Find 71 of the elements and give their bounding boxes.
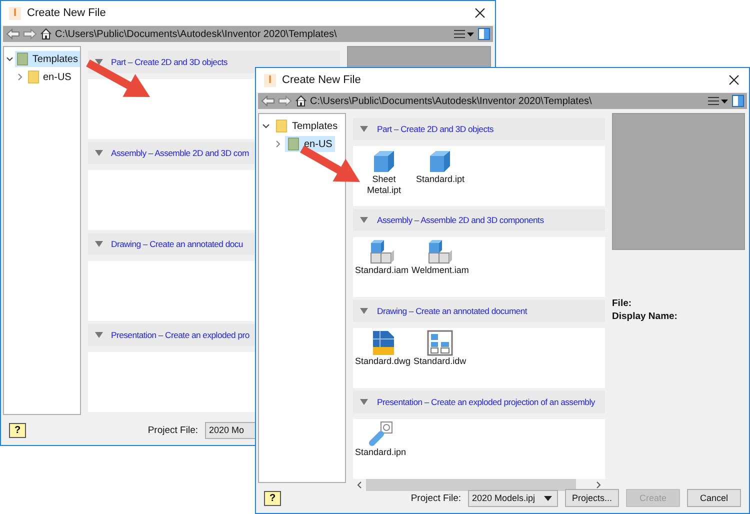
- triangle-down-icon[interactable]: [360, 307, 368, 315]
- dropdown-caret-icon: [544, 496, 552, 500]
- triangle-down-icon[interactable]: [95, 240, 103, 248]
- scroll-left-icon[interactable]: [356, 481, 362, 489]
- help-button[interactable]: ?: [9, 422, 26, 438]
- help-button[interactable]: ?: [264, 490, 281, 506]
- back-icon[interactable]: [261, 95, 275, 107]
- project-file-label: Project File:: [410, 492, 461, 504]
- section-title: Assembly – Assemble 2D and 3D components: [377, 215, 544, 225]
- preview-pane-icon[interactable]: [478, 28, 490, 40]
- home-icon[interactable]: [40, 28, 52, 40]
- chevron-right-icon[interactable]: [274, 140, 282, 148]
- section-header[interactable]: Drawing – Create an annotated document: [353, 300, 605, 322]
- path-text: C:\Users\Public\Documents\Autodesk\Inventor 2020\Templates\: [55, 28, 338, 40]
- template-file[interactable]: Standard.iam: [355, 239, 409, 276]
- folder-icon: [28, 70, 39, 84]
- dialog-button[interactable]: Cancel: [687, 489, 741, 507]
- view-options-icon[interactable]: [454, 29, 474, 39]
- back-icon[interactable]: [6, 28, 20, 40]
- section-title: Presentation – Create an exploded projection of an assembly: [377, 397, 595, 407]
- folder-icon: [17, 52, 28, 66]
- section-header[interactable]: Part – Create 2D and 3D objects: [353, 118, 605, 140]
- assembly-icon: [368, 239, 395, 265]
- app-icon: I: [9, 6, 21, 20]
- tree-item[interactable]: en-US: [285, 136, 336, 152]
- cube-icon: [371, 148, 397, 174]
- path-text: C:\Users\Public\Documents\Autodesk\Inventor 2020\Templates\: [310, 96, 593, 106]
- section-title: Presentation – Create an exploded pro: [111, 330, 250, 340]
- detail-label: Display Name:: [612, 311, 678, 322]
- close-icon[interactable]: [475, 8, 485, 18]
- triangle-down-icon[interactable]: [360, 398, 368, 406]
- view-options-icon[interactable]: [708, 96, 728, 106]
- folder-icon: [288, 137, 299, 151]
- window-title: Create New File: [27, 7, 107, 19]
- app-icon: I: [264, 74, 276, 86]
- home-icon[interactable]: [295, 95, 307, 107]
- detail-label: File:: [612, 298, 633, 309]
- template-file[interactable]: Standard.idw: [414, 330, 466, 367]
- pointer-arrow: [300, 146, 360, 182]
- preview-pane-icon[interactable]: [732, 95, 744, 107]
- section-title: Drawing – Create an annotated document: [377, 306, 528, 316]
- triangle-down-icon[interactable]: [95, 331, 103, 339]
- template-file[interactable]: Sheet Metal.ipt: [355, 148, 413, 196]
- dialog-button[interactable]: Projects...: [565, 489, 619, 507]
- chevron-down-icon[interactable]: [6, 55, 14, 63]
- section-title: Part – Create 2D and 3D objects: [377, 124, 494, 134]
- scroll-right-icon[interactable]: [596, 481, 602, 489]
- triangle-down-icon[interactable]: [360, 216, 368, 224]
- template-file[interactable]: Standard.ipn: [355, 421, 406, 458]
- triangle-down-icon[interactable]: [95, 58, 103, 66]
- folder-icon: [276, 119, 287, 133]
- window-title: Create New File: [282, 74, 362, 86]
- template-file[interactable]: Weldment.iam: [412, 239, 469, 276]
- template-file[interactable]: Standard.dwg: [355, 330, 411, 367]
- section-header[interactable]: Presentation – Create an exploded projection of an assembly: [353, 391, 605, 413]
- triangle-down-icon[interactable]: [95, 149, 103, 157]
- close-icon[interactable]: [729, 75, 739, 85]
- section-title: Part – Create 2D and 3D objects: [111, 57, 228, 67]
- triangle-down-icon[interactable]: [360, 125, 368, 133]
- tree-item[interactable]: en-US: [26, 69, 74, 85]
- project-file-label: Project File:: [148, 424, 198, 436]
- section-header[interactable]: Assembly – Assemble 2D and 3D components: [353, 209, 605, 231]
- section-title: Assembly – Assemble 2D and 3D com: [111, 148, 249, 158]
- project-file-dropdown[interactable]: 2020 Models.ipj: [468, 490, 558, 506]
- tree-item[interactable]: Templates: [273, 118, 341, 134]
- chevron-right-icon[interactable]: [16, 73, 24, 81]
- tree-item[interactable]: Templates: [15, 51, 80, 67]
- section-title: Drawing – Create an annotated docu: [111, 239, 243, 249]
- assembly-icon: [427, 239, 454, 265]
- template-file[interactable]: Standard.ipt: [416, 148, 465, 185]
- chevron-down-icon[interactable]: [262, 122, 270, 130]
